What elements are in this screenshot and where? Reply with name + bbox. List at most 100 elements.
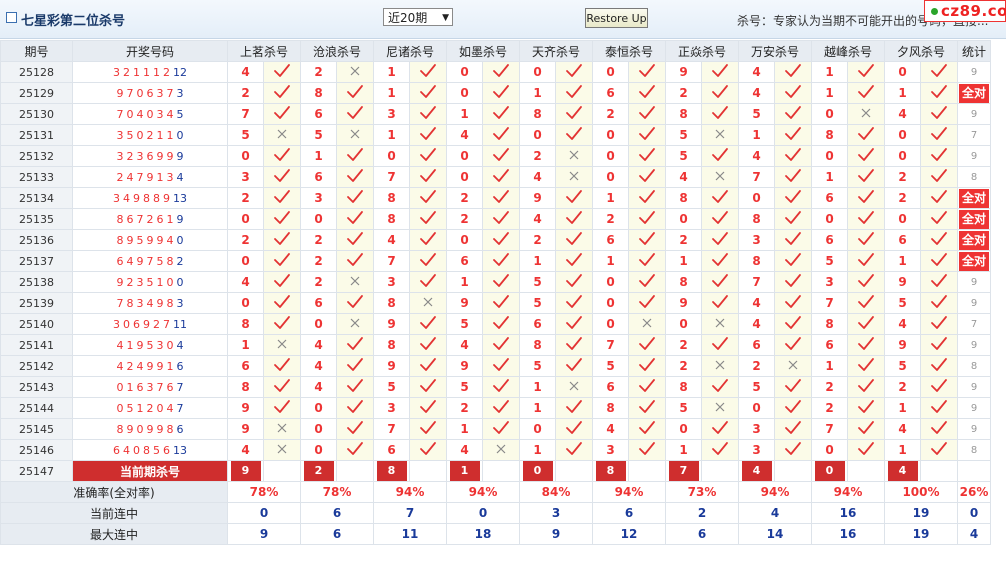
site-logo[interactable]: cz89.com: [924, 0, 1006, 22]
kill-value: 4: [519, 208, 556, 230]
issue-cell: 25136: [0, 229, 73, 251]
stat-cell: 9: [957, 271, 991, 293]
header-expert[interactable]: 天齐杀号: [519, 40, 593, 62]
kill-value: 6: [300, 292, 337, 314]
draw-numbers-cell: 32111212: [72, 61, 228, 83]
kill-value: 8: [227, 313, 264, 335]
accuracy-row-value: 94%: [446, 481, 520, 503]
check-icon: [336, 418, 374, 440]
draw-sum: 11: [173, 317, 187, 331]
kill-value: 7: [738, 271, 775, 293]
table-row: 25141 4195304 1 4 8 4 8 7 2 6 6 9 9: [0, 334, 991, 356]
draw-numbers-cell: 8672619: [72, 208, 228, 230]
kill-value: 2: [665, 229, 702, 251]
streak-row-value: 4: [738, 502, 812, 524]
check-icon: [482, 145, 520, 167]
kill-value: 8: [373, 208, 410, 230]
header-expert[interactable]: 万安杀号: [738, 40, 812, 62]
check-icon: [847, 313, 885, 335]
max-streak-row-value: 9: [519, 523, 593, 545]
stat-cell: 9: [957, 418, 991, 440]
kill-value: 3: [227, 166, 264, 188]
kill-value: 2: [446, 397, 483, 419]
header-expert[interactable]: 沧浪杀号: [300, 40, 374, 62]
draw-numbers: 016376: [116, 380, 177, 394]
kill-value: 0: [811, 439, 848, 461]
restore-up-button[interactable]: Restore Up: [585, 8, 648, 28]
check-icon: [555, 334, 593, 356]
cross-icon: [336, 61, 374, 83]
cross-icon: [263, 334, 301, 356]
draw-numbers-cell: 3502110: [72, 124, 228, 146]
header-expert[interactable]: 泰恒杀号: [592, 40, 666, 62]
header-expert[interactable]: 尼诸杀号: [373, 40, 447, 62]
draw-numbers: 890998: [116, 422, 177, 436]
check-icon: [847, 355, 885, 377]
kill-value: 4: [665, 166, 702, 188]
accuracy-row-value: 78%: [227, 481, 301, 503]
kill-value: 2: [665, 334, 702, 356]
kill-value: 0: [592, 313, 629, 335]
current-kill-badge: 9: [230, 461, 261, 481]
table-row: 25140 30692711 8 0 9 5 6 0 0 4 8 4 7: [0, 313, 991, 335]
check-icon: [482, 82, 520, 104]
kill-value: 1: [884, 397, 921, 419]
period-select[interactable]: 近20期 ▼: [383, 8, 453, 26]
kill-value: 8: [738, 250, 775, 272]
check-icon: [628, 61, 666, 83]
check-icon: [628, 271, 666, 293]
header-expert[interactable]: 如墨杀号: [446, 40, 520, 62]
current-issue: 25147: [0, 460, 73, 482]
kill-value: 6: [884, 229, 921, 251]
kill-value: 4: [519, 166, 556, 188]
accuracy-row-value: 94%: [811, 481, 885, 503]
kill-value: 2: [811, 376, 848, 398]
check-icon: [555, 82, 593, 104]
kill-number-table: 期号 开奖号码 上茗杀号 沧浪杀号 尼诸杀号 如墨杀号 天齐杀号 泰恒杀号 正焱杀号 万安杀号 越峰…: [0, 40, 991, 545]
all-correct-badge: 全对: [959, 230, 989, 250]
draw-numbers: 649758: [116, 254, 177, 268]
header-expert[interactable]: 上茗杀号: [227, 40, 301, 62]
kill-value: 5: [665, 124, 702, 146]
kill-value: 5: [373, 376, 410, 398]
check-icon: [774, 313, 812, 335]
kill-value: 1: [446, 418, 483, 440]
kill-value: 4: [738, 82, 775, 104]
kill-value: 6: [300, 166, 337, 188]
kill-value: 6: [811, 334, 848, 356]
draw-sum: 7: [176, 380, 184, 394]
issue-cell: 25145: [0, 418, 73, 440]
current-kill-cell: 2: [300, 460, 337, 482]
cross-icon: [336, 271, 374, 293]
kill-value: 3: [738, 418, 775, 440]
issue-cell: 25140: [0, 313, 73, 335]
streak-row-value: 6: [592, 502, 666, 524]
kill-value: 0: [592, 292, 629, 314]
kill-value: 2: [738, 355, 775, 377]
header-expert[interactable]: 越峰杀号: [811, 40, 885, 62]
kill-value: 9: [884, 334, 921, 356]
header-expert[interactable]: 夕风杀号: [884, 40, 958, 62]
draw-numbers-cell: 64085613: [72, 439, 228, 461]
kill-value: 9: [446, 292, 483, 314]
kill-value: 3: [738, 439, 775, 461]
check-icon: [701, 418, 739, 440]
draw-numbers: 783498: [116, 296, 177, 310]
kill-value: 7: [811, 292, 848, 314]
check-icon: [774, 292, 812, 314]
max-streak-row-value: 6: [665, 523, 739, 545]
stat-cell: 全对: [957, 82, 991, 104]
header-expert[interactable]: 正焱杀号: [665, 40, 739, 62]
check-icon: [482, 313, 520, 335]
table-row: 25134 34988913 2 3 8 2 9 1 8 0 6 2 全对: [0, 187, 991, 209]
check-icon: [847, 292, 885, 314]
checkbox-icon[interactable]: [6, 12, 17, 23]
issue-cell: 25138: [0, 271, 73, 293]
check-icon: [847, 334, 885, 356]
all-correct-badge: 全对: [959, 83, 989, 103]
check-icon: [701, 271, 739, 293]
kill-value: 1: [884, 250, 921, 272]
check-icon: [628, 82, 666, 104]
check-icon: [847, 187, 885, 209]
issue-cell: 25132: [0, 145, 73, 167]
